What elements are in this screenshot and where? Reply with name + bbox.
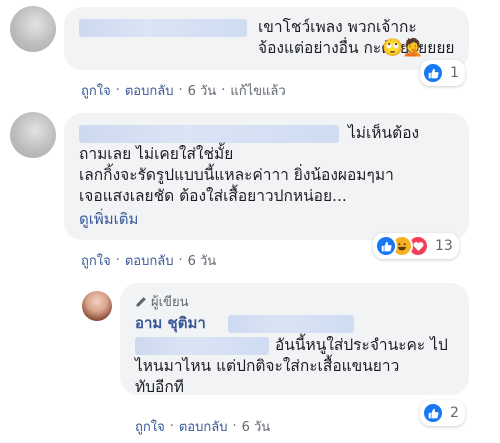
reply-link[interactable]: ตอบกลับ bbox=[125, 80, 174, 101]
reaction-count: 2 bbox=[450, 405, 459, 421]
reply-bubble: ผู้เขียน อาม ชุติมา อันนี้หนูใส่ประจำนะค… bbox=[120, 283, 469, 396]
like-reaction-icon bbox=[375, 235, 397, 257]
pencil-icon bbox=[136, 296, 146, 306]
separator-dot: · bbox=[169, 419, 174, 434]
separator-dot: · bbox=[221, 83, 226, 98]
reaction-count: 13 bbox=[435, 238, 453, 254]
reaction-summary[interactable]: 1 bbox=[420, 60, 465, 86]
like-reaction-icon bbox=[422, 402, 444, 424]
see-more-link[interactable]: ดูเพิ่มเติม bbox=[79, 209, 138, 230]
separator-dot: · bbox=[115, 253, 120, 268]
comment-actions: ถูกใจ · ตอบกลับ · 6 วัน · แก้ไขแล้ว bbox=[81, 80, 286, 101]
comment-bubble: เขาโชว์เพลง พวกเจ้ากะ จ้องแต่อย่างอื่น ก… bbox=[64, 7, 469, 70]
comment-text-first-line: ไม่เห็นต้อง bbox=[348, 124, 420, 142]
redacted-name bbox=[135, 337, 269, 355]
commenter-avatar[interactable] bbox=[10, 6, 56, 52]
reply-text: ไหนมาไหน แต่ปกติจะใส่กะเสื้อแขนยาว ทับอี… bbox=[135, 357, 400, 396]
separator-dot: · bbox=[232, 419, 237, 434]
reaction-summary[interactable]: 13 bbox=[373, 233, 459, 259]
reply-text-first-line: อันนี้หนูใส่ประจำนะคะ ไป bbox=[275, 336, 448, 354]
like-link[interactable]: ถูกใจ bbox=[81, 250, 111, 271]
author-badge: ผู้เขียน bbox=[135, 291, 188, 312]
author-avatar[interactable] bbox=[82, 291, 112, 321]
rolling-eyes-emoji-icon: 🙄 bbox=[382, 38, 404, 58]
separator-dot: · bbox=[178, 83, 183, 98]
redacted-name bbox=[79, 125, 339, 143]
comment-actions: ถูกใจ · ตอบกลับ · 6 วัน bbox=[81, 250, 216, 271]
author-badge-label: ผู้เขียน bbox=[151, 295, 189, 310]
reply-actions: ถูกใจ · ตอบกลับ · 6 วัน bbox=[135, 416, 270, 437]
comment-bubble: ไม่เห็นต้อง ถามเลย ไม่เคยใส่ใช่มั้ย เลกก… bbox=[64, 113, 469, 240]
commenter-avatar[interactable] bbox=[10, 112, 56, 158]
like-reaction-icon bbox=[422, 62, 444, 84]
like-link[interactable]: ถูกใจ bbox=[81, 80, 111, 101]
comment-text: ถามเลย ไม่เคยใส่ใช่มั้ย เลกกิ้งจะรัดรูปแ… bbox=[79, 145, 394, 205]
reply-link[interactable]: ตอบกลับ bbox=[125, 250, 174, 271]
like-link[interactable]: ถูกใจ bbox=[135, 416, 165, 437]
redacted-name bbox=[79, 19, 247, 37]
separator-dot: · bbox=[115, 83, 120, 98]
comment-text: เขาโชว์เพลง พวกเจ้ากะ จ้องแต่อย่างอื่น ก… bbox=[258, 18, 455, 57]
reply-link[interactable]: ตอบกลับ bbox=[179, 416, 228, 437]
timestamp[interactable]: 6 วัน bbox=[242, 416, 271, 437]
separator-dot: · bbox=[178, 253, 183, 268]
author-name[interactable]: อาม ชุติมา bbox=[135, 313, 206, 334]
timestamp[interactable]: 6 วัน bbox=[188, 80, 217, 101]
timestamp[interactable]: 6 วัน bbox=[188, 250, 217, 271]
reaction-count: 1 bbox=[450, 65, 459, 81]
reaction-summary[interactable]: 2 bbox=[420, 400, 465, 426]
edited-label[interactable]: แก้ไขแล้ว bbox=[230, 80, 285, 101]
redacted-name bbox=[228, 315, 354, 333]
facepalm-emoji-icon: 🤦 bbox=[402, 38, 424, 58]
